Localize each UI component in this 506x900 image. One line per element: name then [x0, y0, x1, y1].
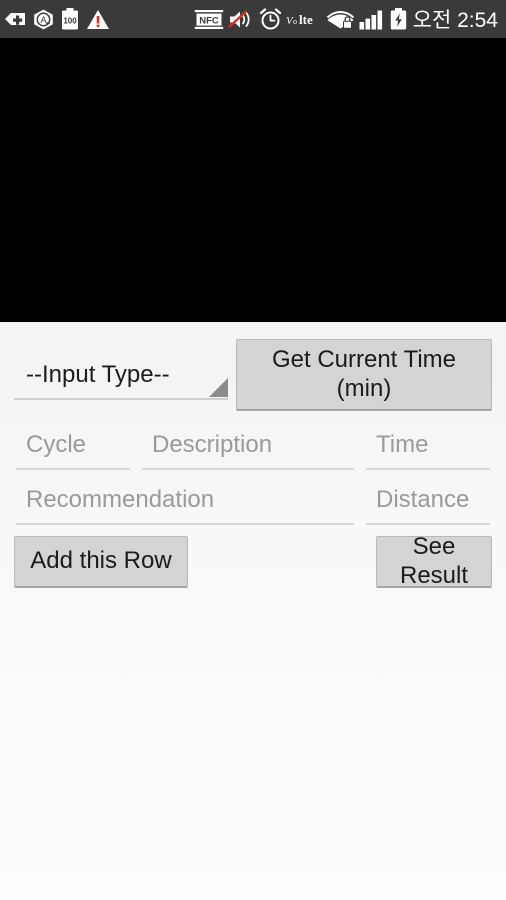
svg-text:100: 100	[63, 17, 77, 26]
form-area: --Input Type-- Get Current Time (min) Ad…	[0, 322, 506, 900]
recommendation-input[interactable]	[16, 483, 354, 525]
status-bar-clock: 오전 2:54	[412, 9, 498, 32]
nfc-icon: NFC	[194, 6, 224, 32]
svg-text:o: o	[293, 17, 297, 26]
get-current-time-line1: Get Current Time	[271, 346, 457, 374]
wifi-secured-icon	[326, 6, 355, 32]
input-type-row: --Input Type-- Get Current Time (min)	[0, 322, 506, 432]
status-bar-left-icons: A 100	[4, 6, 110, 32]
see-result-button-label: See Result	[399, 533, 469, 589]
black-preview-area	[0, 38, 506, 322]
medical-plus-tag-icon	[4, 6, 26, 32]
chevron-down-icon	[209, 378, 228, 397]
distance-input[interactable]	[366, 483, 490, 525]
time-input[interactable]	[366, 428, 490, 470]
signal-bars-icon	[359, 6, 386, 32]
warning-triangle-icon	[86, 6, 110, 32]
add-this-row-button-label: Add this Row	[30, 547, 172, 575]
battery-100-icon: 100	[61, 6, 79, 32]
status-bar-right-icons: NFC V o lte	[194, 6, 407, 32]
add-this-row-button[interactable]: Add this Row	[14, 536, 188, 588]
get-current-time-button[interactable]: Get Current Time (min)	[236, 339, 492, 411]
see-result-button[interactable]: See Result	[376, 533, 492, 589]
svg-text:lte: lte	[299, 12, 313, 27]
svg-text:A: A	[40, 15, 46, 25]
volte-icon: V o lte	[286, 6, 322, 32]
status-bar: A 100 NFC V o lte 오전 2:54	[0, 0, 506, 38]
phone-screen: A 100 NFC V o lte 오전 2:54 --Input Type--…	[0, 0, 506, 900]
get-current-time-line2: (min)	[336, 374, 392, 402]
cycle-input[interactable]	[16, 428, 130, 470]
assistant-a-icon: A	[33, 6, 54, 32]
input-type-spinner[interactable]: --Input Type--	[14, 344, 228, 400]
input-type-spinner-label: --Input Type--	[26, 361, 170, 388]
sound-mute-icon	[227, 6, 255, 32]
alarm-clock-icon	[259, 6, 282, 32]
svg-text:NFC: NFC	[199, 15, 219, 26]
battery-charging-icon	[390, 6, 407, 32]
get-current-time-button-label: Get Current Time (min)	[272, 346, 456, 403]
description-input[interactable]	[142, 428, 354, 470]
